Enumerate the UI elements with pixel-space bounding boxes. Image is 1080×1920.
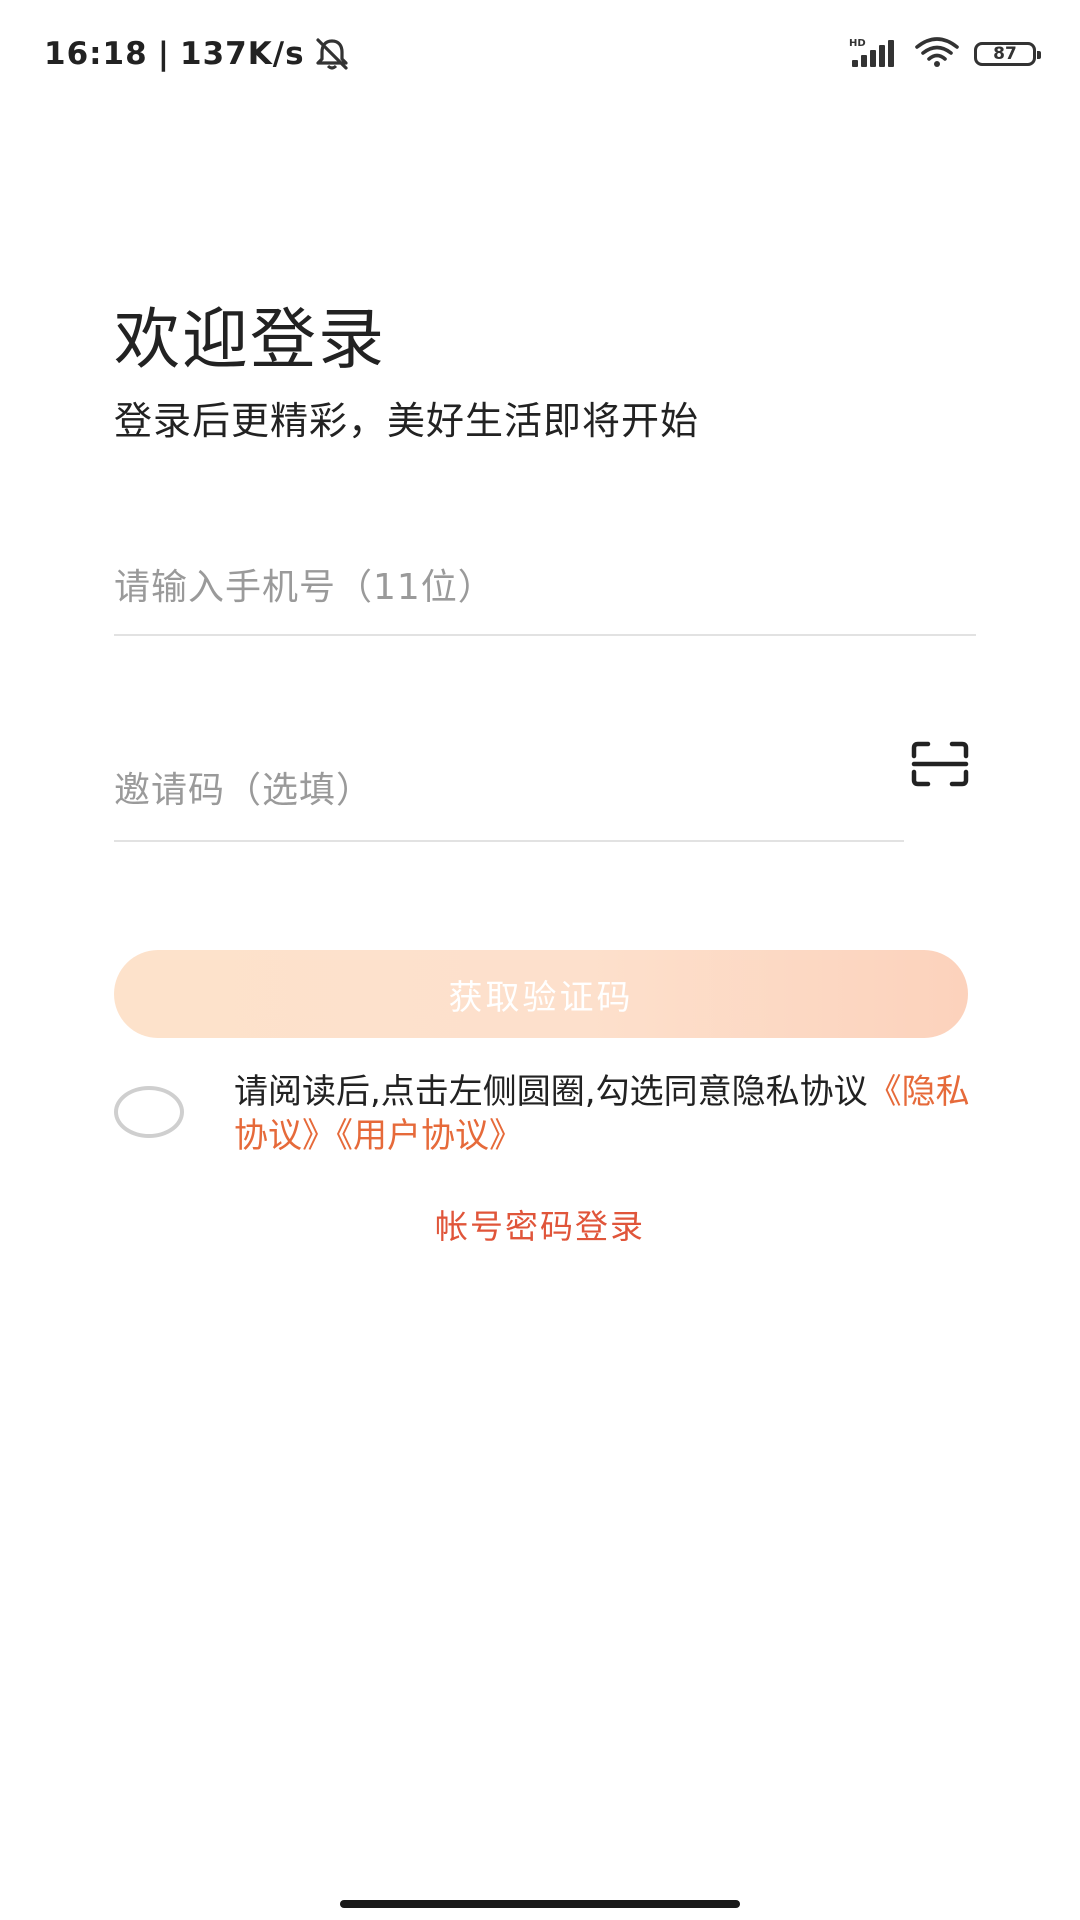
bell-off-icon [313, 37, 351, 71]
status-left: 16:18 | 137K/s [44, 30, 351, 78]
get-code-button[interactable]: 获取验证码 [114, 950, 968, 1038]
status-net-speed: 137K/s [180, 36, 305, 72]
signal-bars-icon: HD [848, 36, 900, 72]
status-bar: 16:18 | 137K/s HD 87 [0, 0, 1080, 110]
scan-icon [910, 740, 970, 792]
page-title: 欢迎登录 [114, 301, 386, 378]
battery-level: 87 [993, 44, 1017, 64]
wifi-icon [914, 36, 960, 72]
invite-code-input[interactable] [114, 740, 904, 840]
account-login-link[interactable]: 帐号密码登录 [0, 1200, 1080, 1248]
phone-field [114, 540, 976, 636]
user-agreement-link[interactable]: 《用户协议》 [336, 1116, 523, 1156]
agreement-instruction: 请阅读后,点击左侧圆圈,勾选同意隐私协议 [234, 1072, 868, 1112]
phone-input[interactable] [114, 540, 976, 634]
agreement-text: 请阅读后,点击左侧圆圈,勾选同意隐私协议《隐私协议》《用户协议》 [234, 1070, 974, 1158]
status-separator: | [157, 36, 171, 72]
home-indicator[interactable] [340, 1900, 740, 1908]
status-right: HD 87 [848, 34, 1041, 74]
page-subtitle: 登录后更精彩，美好生活即将开始 [114, 399, 700, 443]
agree-radio[interactable] [114, 1086, 184, 1138]
scan-button[interactable] [908, 740, 972, 792]
status-time: 16:18 [44, 36, 148, 72]
invite-field [114, 740, 904, 842]
network-label: HD [849, 38, 866, 49]
battery-icon: 87 [974, 42, 1041, 66]
login-screen: 16:18 | 137K/s HD 87 欢迎登录 登录后更精彩，美好生活即将开… [0, 0, 1080, 1920]
